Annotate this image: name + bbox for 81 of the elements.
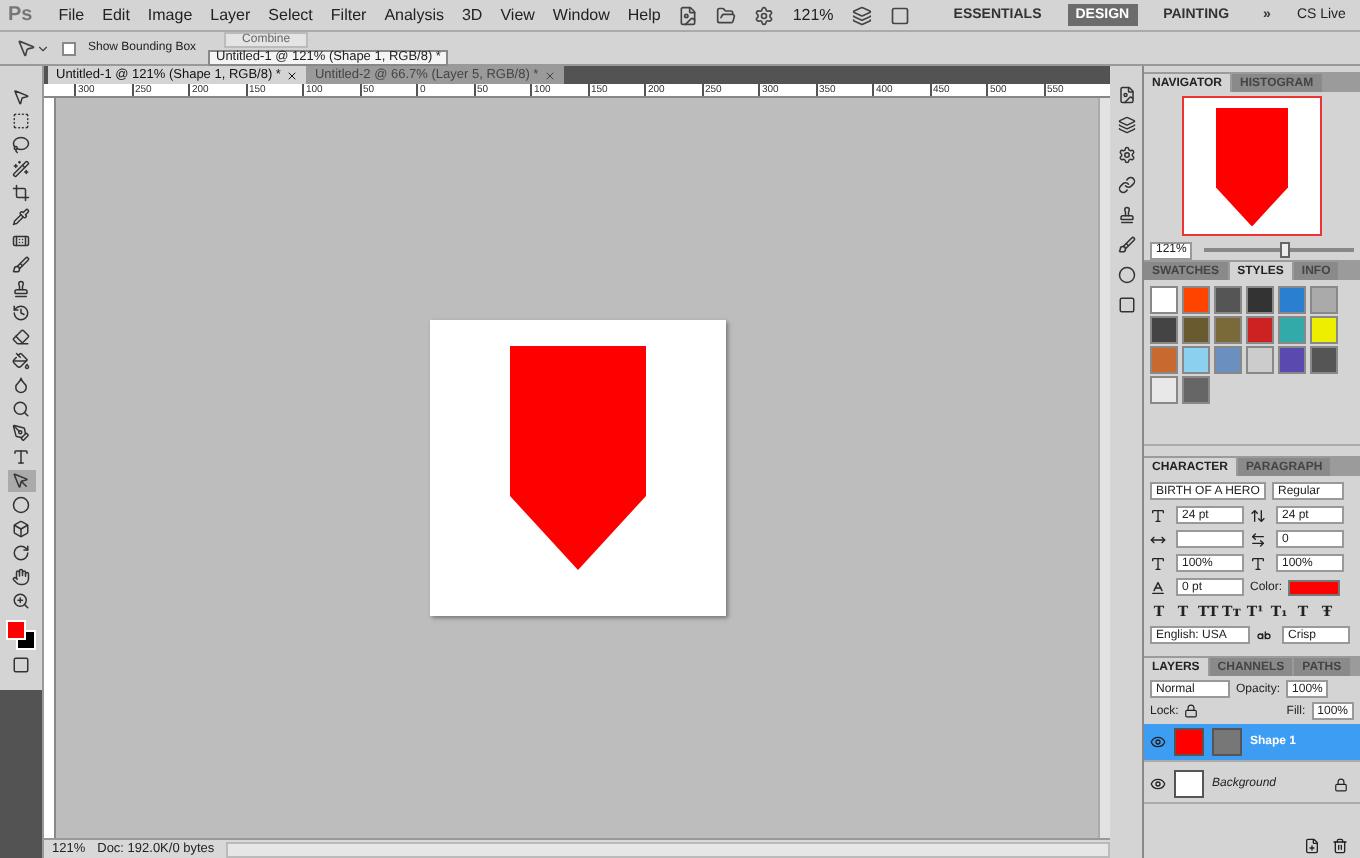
menu-item[interactable]: Window (552, 6, 610, 24)
panel-icon[interactable] (1117, 146, 1135, 164)
panel-icon[interactable] (1117, 86, 1135, 104)
new-layer-icon[interactable] (1304, 838, 1320, 854)
arrange-icon[interactable] (851, 5, 872, 25)
style-swatch[interactable] (1278, 346, 1306, 374)
tracking-icon (1250, 531, 1266, 547)
style-swatch[interactable] (1246, 316, 1274, 344)
antialias-icon (1256, 627, 1272, 643)
style-swatch[interactable] (1150, 286, 1178, 314)
menu-item[interactable]: File (58, 6, 85, 24)
baseline-shift-icon (1150, 579, 1166, 595)
lock-icon[interactable] (1184, 704, 1199, 718)
panel-icon[interactable] (1117, 236, 1135, 254)
visibility-eye-icon[interactable] (1150, 734, 1166, 750)
crop-tool-icon[interactable] (7, 182, 35, 204)
close-icon[interactable] (286, 69, 299, 81)
style-swatch[interactable] (1310, 346, 1338, 374)
panel-icon[interactable] (1117, 176, 1135, 194)
menu-item[interactable]: Image (147, 6, 193, 24)
menu-item[interactable]: Select (268, 6, 313, 24)
layer-thumbnail (1174, 770, 1204, 798)
vertical-scale-icon (1150, 555, 1166, 571)
app-logo: Ps (8, 4, 33, 26)
pen-tool-icon[interactable] (7, 422, 35, 444)
style-swatch[interactable] (1150, 316, 1178, 344)
wand-tool-icon[interactable] (7, 158, 35, 180)
style-swatch[interactable] (1214, 316, 1242, 344)
eraser-tool-icon[interactable] (7, 326, 35, 348)
menu-item[interactable]: Analysis (384, 6, 444, 24)
screen-mode-icon[interactable] (889, 5, 910, 25)
style-swatch[interactable] (1310, 286, 1338, 314)
style-swatch[interactable] (1278, 316, 1306, 344)
bounding-box-checkbox[interactable] (62, 41, 76, 55)
menu-item[interactable]: Help (627, 6, 661, 24)
layer-thumbnail (1174, 728, 1204, 756)
style-swatch[interactable] (1182, 346, 1210, 374)
text-color-swatch[interactable] (1288, 579, 1341, 595)
menu-item[interactable]: Layer (210, 6, 251, 24)
bridge-icon[interactable] (678, 5, 699, 25)
horizontal-scale-icon (1250, 555, 1266, 571)
ellipse-tool-icon[interactable] (7, 494, 35, 516)
lasso-tool-icon[interactable] (7, 134, 35, 156)
bucket-tool-icon[interactable] (7, 350, 35, 372)
style-swatch[interactable] (1246, 346, 1274, 374)
vertical-scrollbar[interactable] (1098, 98, 1110, 838)
menu-item[interactable]: Edit (102, 6, 130, 24)
style-swatch[interactable] (1182, 376, 1210, 404)
bandage-tool-icon[interactable] (7, 230, 35, 252)
style-swatch[interactable] (1150, 346, 1178, 374)
menu-item[interactable]: 3D (461, 6, 483, 24)
panel-icon[interactable] (1117, 206, 1135, 224)
menu-item[interactable]: View (500, 6, 535, 24)
brush-tool-icon[interactable] (7, 254, 35, 276)
lock-icon (1334, 777, 1348, 791)
trash-icon[interactable] (1332, 838, 1348, 854)
zoom-level[interactable]: 121% (792, 6, 834, 24)
banner-shape (1216, 108, 1288, 227)
menu-item[interactable]: Filter (330, 6, 367, 24)
horizontal-scrollbar[interactable] (226, 841, 1110, 857)
view-extras-icon[interactable] (754, 5, 775, 25)
visibility-eye-icon[interactable] (1150, 776, 1166, 792)
kerning-field[interactable] (1176, 530, 1244, 548)
slider-thumb[interactable] (1280, 242, 1291, 258)
style-swatch[interactable] (1182, 316, 1210, 344)
style-swatch[interactable] (1246, 286, 1274, 314)
style-swatch[interactable] (1214, 286, 1242, 314)
arrow-tool-icon[interactable] (16, 38, 50, 58)
leading-icon (1250, 507, 1266, 523)
style-swatch[interactable] (1278, 286, 1306, 314)
font-size-icon (1150, 507, 1166, 523)
vector-mask-thumbnail (1212, 728, 1242, 756)
panel-icon[interactable] (1117, 116, 1135, 134)
style-swatch[interactable] (1150, 376, 1178, 404)
mini-bridge-icon[interactable] (716, 5, 737, 25)
style-swatch[interactable] (1182, 286, 1210, 314)
style-swatch[interactable] (1214, 346, 1242, 374)
style-swatch[interactable] (1310, 316, 1338, 344)
color-swatches-icon[interactable] (5, 620, 37, 652)
kerning-icon (1150, 531, 1166, 547)
hand-tool-icon[interactable] (7, 566, 35, 588)
